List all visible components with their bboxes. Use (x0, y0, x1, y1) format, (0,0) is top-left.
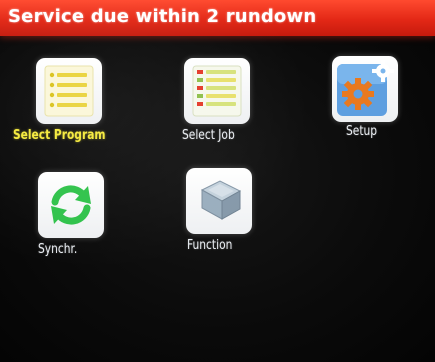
setup-label[interactable]: Setup (346, 124, 377, 139)
function-button[interactable] (186, 168, 252, 234)
controller-screen: Service due within 2 rundown Select Prog… (0, 0, 435, 362)
select-job-button[interactable] (184, 58, 250, 124)
select-program-label[interactable]: Select Program (13, 128, 106, 143)
job-list-icon (192, 65, 242, 117)
select-job-label[interactable]: Select Job (182, 128, 235, 143)
select-program-button[interactable] (36, 58, 102, 124)
synchr-label[interactable]: Synchr. (38, 242, 77, 257)
synchr-button[interactable] (38, 172, 104, 238)
service-warning-bar: Service due within 2 rundown (0, 0, 435, 36)
service-warning-text: Service due within 2 rundown (8, 6, 317, 27)
function-label[interactable]: Function (187, 238, 232, 253)
setup-gears-icon (337, 60, 394, 116)
program-list-icon (44, 65, 94, 117)
setup-button[interactable] (332, 56, 398, 122)
function-box-icon (200, 180, 242, 220)
sync-arrows-icon (51, 185, 91, 225)
